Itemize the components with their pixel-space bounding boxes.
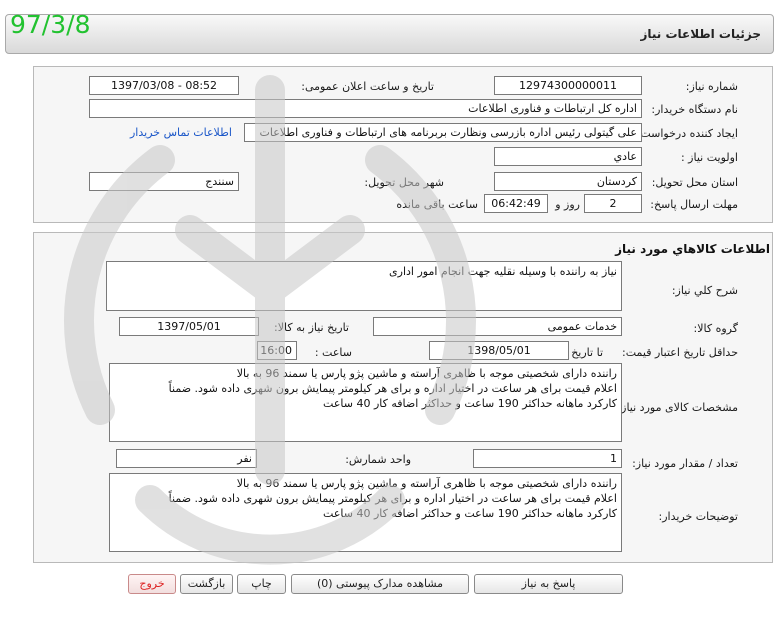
print-button[interactable]: چاپ	[237, 574, 286, 594]
group-label: گروه کالا:	[693, 322, 738, 335]
need-number-field: 12974300000011	[494, 76, 642, 95]
announce-datetime-field: 1397/03/08 - 08:52	[89, 76, 239, 95]
until-date-label: تا تاریخ :	[564, 346, 603, 359]
validity-label: حداقل تاریخ اعتبار قیمت:	[622, 346, 738, 359]
notes-field: راننده دارای شخصیتی موجه با ظاهری آراسته…	[109, 473, 622, 552]
priority-field: عادي	[494, 147, 642, 166]
need-number-label: شماره نیاز:	[685, 80, 738, 93]
buyer-org-label: نام دستگاه خریدار:	[651, 103, 738, 116]
time-left-field: 06:42:49	[484, 194, 548, 213]
reply-button[interactable]: پاسخ به نیاز	[474, 574, 623, 594]
notes-label: توضیحات خریدار:	[658, 510, 739, 523]
summary-field: نیاز به راننده با وسیله نقلیه جهت انجام …	[106, 261, 622, 311]
buyer-org-field: اداره کل ارتباطات و فناوری اطلاعات	[89, 99, 642, 118]
announce-datetime-label: تاریخ و ساعت اعلان عمومی:	[301, 80, 434, 93]
attachments-button[interactable]: مشاهده مدارک پیوستی (0)	[291, 574, 469, 594]
time-left-suffix: ساعت باقی مانده	[396, 198, 478, 211]
days-field: 2	[584, 194, 642, 213]
back-button[interactable]: بازگشت	[180, 574, 233, 594]
note-line: کارکرد ماهانه حداکثر 190 ساعت و حداکثر ا…	[323, 507, 617, 520]
city-label: شهر محل تحویل:	[364, 176, 444, 189]
spec-line: کارکرد ماهانه حداکثر 190 ساعت و حداکثر ا…	[323, 397, 617, 410]
priority-label: اولویت نیاز :	[680, 151, 738, 164]
province-field: کردستان	[494, 172, 642, 191]
hour-label: ساعت :	[314, 346, 352, 359]
until-date-field: 1398/05/01	[429, 341, 569, 360]
group-field: خدمات عمومی	[373, 317, 622, 336]
requester-label: ایجاد کننده درخواست:	[636, 127, 738, 140]
city-field: سنندج	[89, 172, 239, 191]
exit-button[interactable]: خروج	[128, 574, 176, 594]
summary-text: نیاز به راننده با وسیله نقلیه جهت انجام …	[389, 265, 617, 278]
need-date-label: تاریخ نیاز به کالا:	[274, 321, 349, 334]
summary-label: شرح کلي نياز:	[671, 284, 738, 297]
unit-field: نفر	[116, 449, 257, 468]
days-word: روز و	[555, 198, 580, 211]
unit-label: واحد شمارش:	[345, 453, 411, 466]
specs-field: راننده دارای شخصیتی موجه با ظاهری آراسته…	[109, 363, 622, 442]
page-title: جزئیات اطلاعات نیاز	[640, 27, 761, 41]
note-line: اعلام قیمت برای هر ساعت در اختیار اداره …	[168, 492, 617, 505]
hour-field: 16:00	[257, 341, 297, 360]
note-line: راننده دارای شخصیتی موجه با ظاهری آراسته…	[236, 477, 617, 490]
qty-field: 1	[473, 449, 622, 468]
spec-line: اعلام قیمت برای هر ساعت در اختیار اداره …	[168, 382, 617, 395]
goods-section-title: اطلاعات کالاهاي مورد نياز	[615, 242, 770, 256]
deadline-label: مهلت ارسال پاسخ:	[650, 198, 738, 211]
page-header: جزئیات اطلاعات نیاز	[5, 14, 774, 54]
spec-line: راننده دارای شخصیتی موجه با ظاهری آراسته…	[236, 367, 617, 380]
qty-label: تعداد / مقدار مورد نیاز:	[632, 457, 738, 470]
date-stamp: 97/3/8	[10, 10, 91, 39]
requester-field: علی گیتولی رئیس اداره بازرسی ونظارت بربر…	[244, 123, 642, 142]
province-label: استان محل تحویل:	[651, 176, 738, 189]
need-date-field: 1397/05/01	[119, 317, 259, 336]
specs-label: مشخصات کالای مورد نیاز:	[617, 401, 738, 414]
buyer-contact-link[interactable]: اطلاعات تماس خریدار	[130, 126, 232, 139]
